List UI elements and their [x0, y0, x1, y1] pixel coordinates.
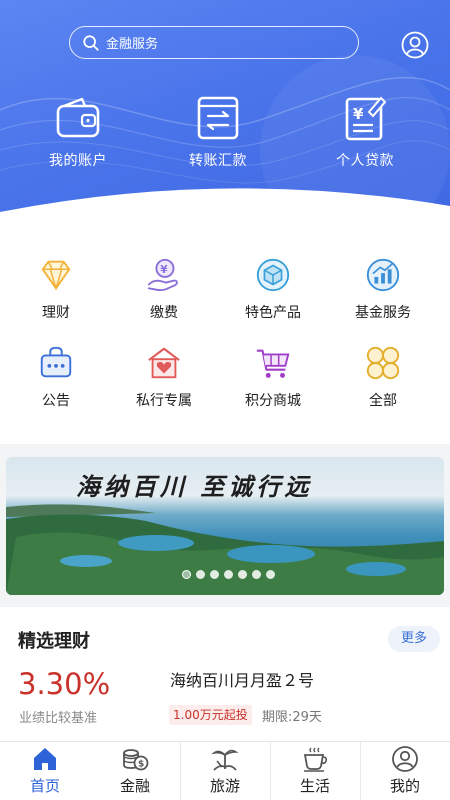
- travel-icon: [211, 749, 239, 771]
- tab-label: 生活: [299, 777, 330, 795]
- service-fund[interactable]: 基金服务: [327, 256, 439, 322]
- service-label: 基金服务: [355, 305, 411, 321]
- header-hero: 金融服务 我的账户 转账汇款 ¥ 个人贷款: [0, 0, 450, 236]
- loan-document-icon: ¥: [345, 96, 387, 141]
- min-purchase-badge: 1.00万元起投: [169, 705, 252, 725]
- coffee-cup-icon: [303, 747, 327, 772]
- service-label: 积分商城: [245, 393, 301, 409]
- tab-label: 首页: [29, 777, 60, 795]
- search-bar[interactable]: 金融服务: [69, 26, 359, 59]
- quick-action-transfer[interactable]: 转账汇款: [153, 92, 283, 170]
- carousel-dot[interactable]: [182, 570, 191, 579]
- banner-slogan: 海纳百川 至诚行远: [76, 472, 313, 501]
- carousel-dot[interactable]: [266, 570, 275, 579]
- profile-icon: [392, 746, 418, 772]
- quick-action-label: 我的账户: [49, 153, 107, 169]
- fund-chart-icon: [366, 258, 400, 292]
- service-wealth[interactable]: 理财: [0, 256, 112, 322]
- carousel-dot[interactable]: [196, 570, 205, 579]
- carousel-dot[interactable]: [252, 570, 261, 579]
- tab-label: 我的: [389, 777, 420, 795]
- featured-products-section: 精选理财 更多 3.30% 业绩比较基准 海纳百川月月盈２号 1.00万元起投 …: [0, 607, 450, 741]
- service-points-mall[interactable]: 积分商城: [217, 344, 329, 410]
- carousel-dot[interactable]: [224, 570, 233, 579]
- carousel-indicators[interactable]: [182, 570, 275, 579]
- tab-mine[interactable]: 我的: [360, 745, 450, 796]
- payment-hand-icon: ¥: [147, 258, 178, 291]
- service-all[interactable]: 全部: [327, 344, 439, 410]
- service-payment[interactable]: ¥ 缴费: [108, 256, 220, 322]
- transfer-icon: [197, 96, 239, 140]
- product-rate-label: 业绩比较基准: [19, 711, 98, 726]
- home-icon: [34, 748, 56, 770]
- svg-text:¥: ¥: [160, 264, 168, 276]
- service-label: 私行专属: [136, 393, 192, 409]
- grid-all-icon: [366, 346, 400, 380]
- tab-finance[interactable]: $ 金融: [90, 745, 180, 796]
- promo-banner[interactable]: 海纳百川 至诚行远: [6, 457, 444, 595]
- quick-action-label: 转账汇款: [189, 153, 247, 169]
- quick-action-account[interactable]: 我的账户: [13, 92, 143, 170]
- service-label: 全部: [369, 393, 397, 409]
- carousel-dot[interactable]: [210, 570, 219, 579]
- notice-bag-icon: [40, 346, 72, 378]
- product-rate[interactable]: 3.30%: [18, 667, 110, 701]
- more-button[interactable]: 更多: [388, 626, 440, 652]
- tab-home[interactable]: 首页: [0, 745, 90, 796]
- private-house-icon: [148, 347, 180, 379]
- coins-icon: $: [123, 749, 149, 771]
- tab-label: 金融: [119, 777, 150, 795]
- tab-label: 旅游: [209, 777, 240, 795]
- cube-icon: [256, 258, 290, 292]
- quick-action-loan[interactable]: ¥ 个人贷款: [300, 92, 430, 170]
- product-period: 期限:29天: [262, 710, 322, 725]
- diamond-icon: [41, 260, 71, 291]
- tab-travel[interactable]: 旅游: [180, 745, 270, 796]
- wallet-icon: [56, 97, 100, 138]
- tab-life[interactable]: 生活: [270, 745, 360, 796]
- service-private-banking[interactable]: 私行专属: [108, 344, 220, 410]
- service-label: 公告: [42, 393, 70, 409]
- quick-action-label: 个人贷款: [336, 153, 394, 169]
- search-placeholder: 金融服务: [106, 37, 159, 52]
- user-profile-icon[interactable]: [401, 31, 429, 59]
- service-label: 理财: [42, 305, 70, 321]
- shopping-cart-icon: [256, 349, 290, 378]
- service-notice[interactable]: 公告: [0, 344, 112, 410]
- svg-text:$: $: [138, 760, 144, 770]
- service-featured-products[interactable]: 特色产品: [217, 256, 329, 322]
- bottom-tab-bar: 首页 $ 金融 旅游 生活 我的: [0, 741, 450, 800]
- search-icon: [83, 34, 99, 51]
- carousel-dot[interactable]: [238, 570, 247, 579]
- service-grid: 理财 ¥ 缴费 特色产品 基金服务 公告 私行专属 积分商城 全部: [0, 236, 450, 444]
- service-label: 缴费: [150, 305, 178, 321]
- product-name[interactable]: 海纳百川月月盈２号: [170, 667, 314, 691]
- service-label: 特色产品: [245, 305, 301, 321]
- svg-text:¥: ¥: [353, 105, 364, 123]
- section-title: 精选理财: [18, 631, 90, 652]
